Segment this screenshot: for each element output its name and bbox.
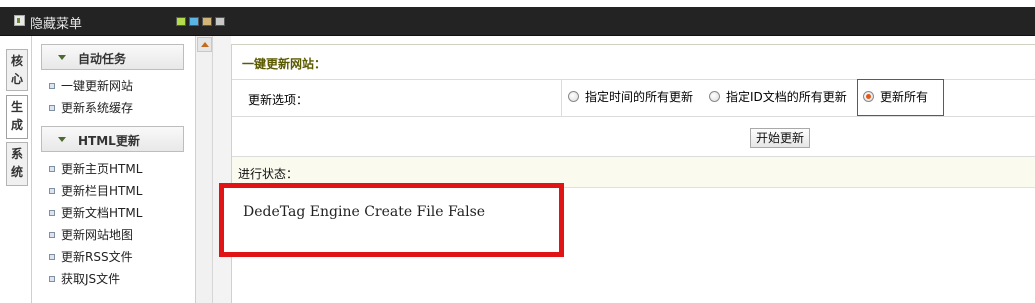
panel-header: 一键更新网站：	[232, 45, 1035, 80]
bullet-icon	[49, 232, 55, 238]
theme-swatch-tan[interactable]	[202, 17, 212, 26]
start-update-button[interactable]: 开始更新	[750, 128, 810, 148]
content-gutter	[213, 36, 231, 303]
top-bar: 隐藏菜单	[0, 7, 1035, 36]
status-message: DedeTag Engine Create File False	[243, 204, 486, 220]
collapse-triangle-icon	[58, 137, 66, 142]
theme-swatches	[176, 17, 225, 26]
bullet-icon	[49, 210, 55, 216]
vertical-tabs: 核 心 生 成 系 统	[0, 36, 31, 303]
bullet-icon	[49, 105, 55, 111]
update-options-label: 更新选项：	[248, 93, 309, 107]
radio-circle-icon[interactable]	[709, 91, 720, 102]
sidebar-scrollbar[interactable]	[196, 36, 213, 303]
bullet-icon	[49, 166, 55, 172]
tab-generate[interactable]: 生 成	[6, 95, 28, 139]
group-header-auto-tasks[interactable]: 自动任务	[41, 44, 184, 70]
tab-core[interactable]: 核 心	[6, 49, 28, 91]
theme-swatch-gray[interactable]	[215, 17, 225, 26]
radio-circle-icon[interactable]	[568, 91, 579, 102]
scroll-up-arrow-icon[interactable]	[197, 37, 212, 52]
tab-system[interactable]: 系 统	[6, 142, 28, 186]
theme-swatch-green[interactable]	[176, 17, 186, 26]
status-label: 进行状态：	[238, 167, 299, 181]
bullet-icon	[49, 276, 55, 282]
button-row: 开始更新	[232, 117, 1035, 157]
bullet-icon	[49, 254, 55, 260]
bullet-icon	[49, 188, 55, 194]
menu-toggle-icon[interactable]	[14, 15, 25, 26]
top-strip	[0, 0, 1035, 7]
selected-option-highlight	[857, 79, 944, 116]
group-header-html-update[interactable]: HTML更新	[41, 126, 184, 152]
page-title: 一键更新网站：	[242, 57, 327, 71]
sidebar-menu: 自动任务 一键更新网站 更新系统缓存 HTML更新 更新主页HTML 更新栏目H…	[31, 36, 196, 303]
collapse-triangle-icon	[58, 55, 66, 60]
hide-menu-link[interactable]: 隐藏菜单	[30, 13, 82, 32]
theme-swatch-blue[interactable]	[189, 17, 199, 26]
bullet-icon	[49, 83, 55, 89]
column-divider	[561, 80, 562, 117]
status-message-box: DedeTag Engine Create File False	[219, 183, 564, 257]
